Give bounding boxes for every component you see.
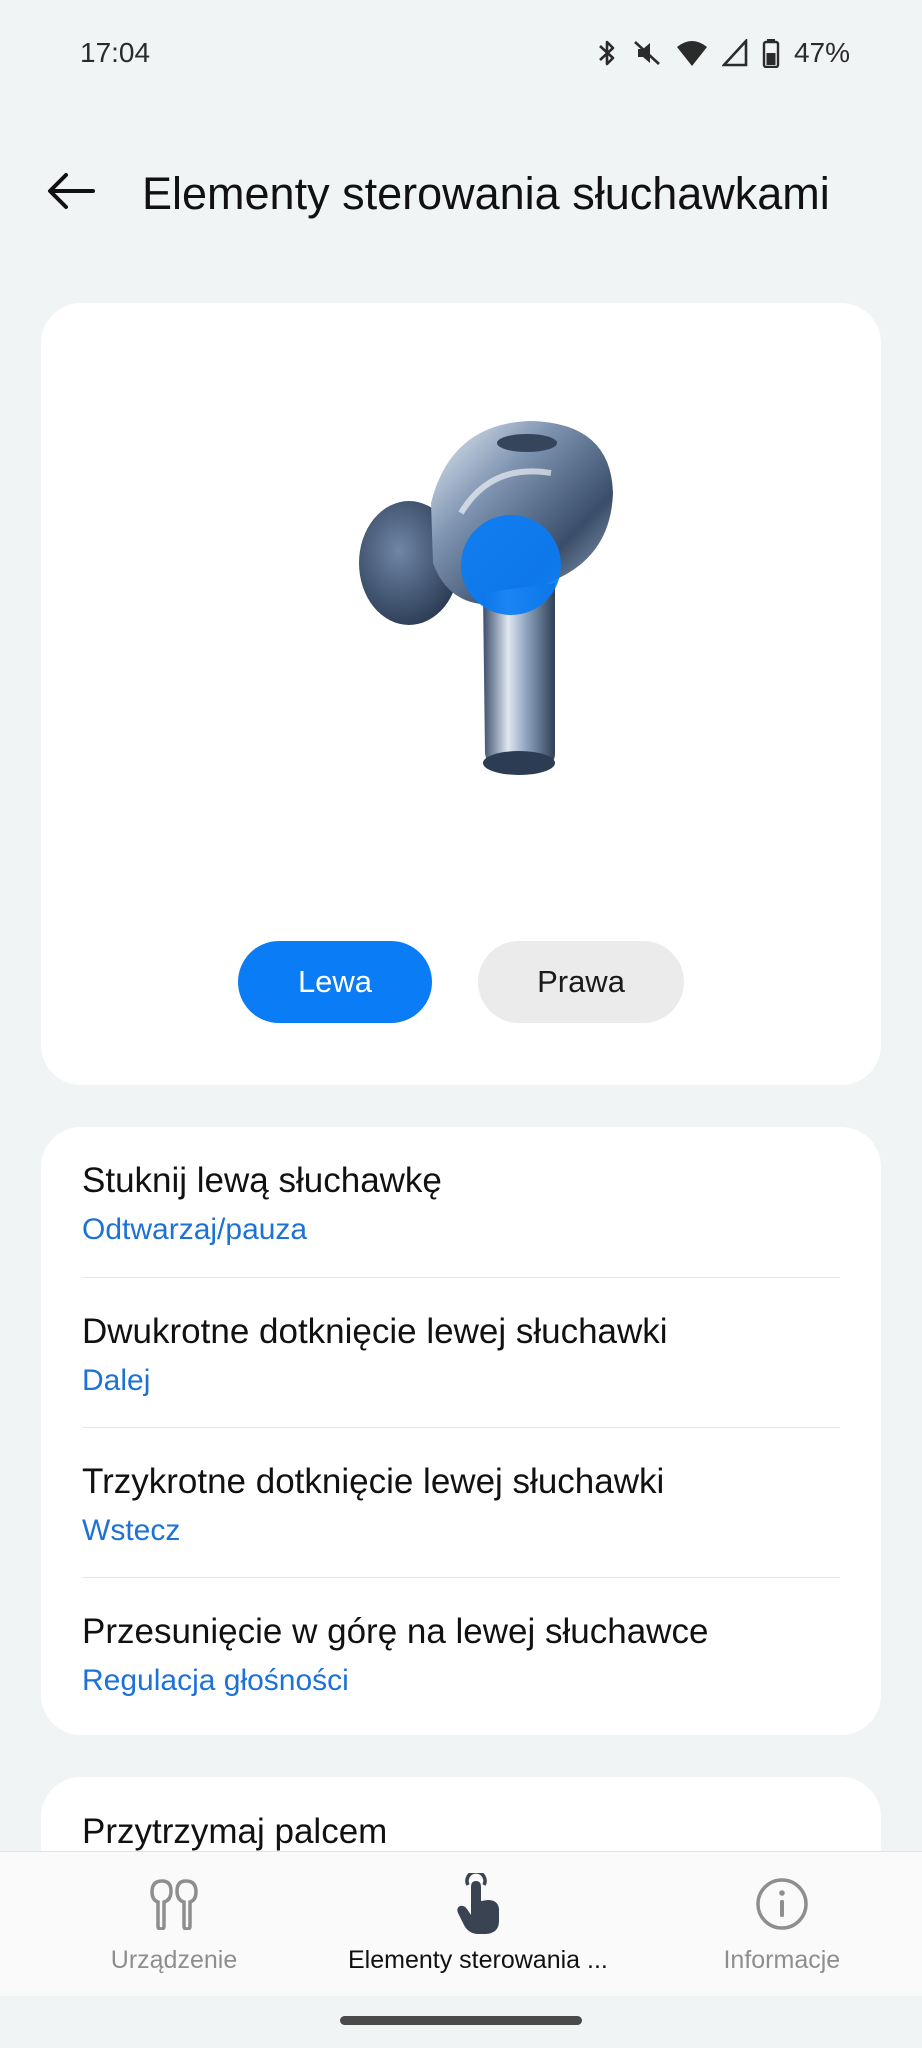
battery-percent: 47% [793, 36, 850, 68]
nav-label: Urządzenie [110, 1946, 238, 1974]
nav-item-controls[interactable]: Elementy sterowania ... [348, 1852, 608, 1996]
mute-icon [632, 38, 662, 68]
list-item-single-tap[interactable]: Stuknij lewą słuchawkę Odtwarzaj/pauza [82, 1127, 840, 1277]
list-item-value: Odtwarzaj/pauza [82, 1213, 308, 1246]
right-earbud-button[interactable]: Prawa [478, 941, 684, 1023]
list-item-title: Przytrzymaj palcem [82, 1812, 388, 1851]
left-earbud-button[interactable]: Lewa [238, 941, 432, 1023]
bluetooth-icon [596, 38, 618, 68]
touch-hand-icon [452, 1873, 504, 1934]
list-item-double-tap[interactable]: Dwukrotne dotknięcie lewej słuchawki Dal… [82, 1277, 840, 1427]
gesture-controls-list: Stuknij lewą słuchawkę Odtwarzaj/pauza D… [41, 1127, 881, 1735]
page-title: Elementy sterowania słuchawkami [142, 168, 830, 219]
earbud-preview-card: Lewa Prawa [41, 303, 881, 1085]
list-item-triple-tap[interactable]: Trzykrotne dotknięcie lewej słuchawki Ws… [82, 1427, 840, 1577]
status-icons: 47% [596, 37, 850, 69]
wifi-icon [676, 39, 708, 67]
home-gesture-bar[interactable] [340, 2016, 582, 2025]
arrow-left-icon [46, 171, 96, 216]
list-item-title: Przesunięcie w górę na lewej słuchawce [82, 1612, 709, 1651]
list-item-title: Trzykrotne dotknięcie lewej słuchawki [82, 1462, 665, 1501]
list-item-value: Regulacja głośności [82, 1664, 349, 1697]
list-item-title: Stuknij lewą słuchawkę [82, 1161, 442, 1200]
nav-label: Elementy sterowania ... [348, 1946, 608, 1974]
earbud-image [341, 403, 621, 783]
app-header: Elementy sterowania słuchawkami [0, 140, 922, 250]
list-item-title: Dwukrotne dotknięcie lewej słuchawki [82, 1312, 668, 1351]
nav-label: Informacje [723, 1946, 841, 1974]
list-item-swipe-up[interactable]: Przesunięcie w górę na lewej słuchawce R… [82, 1577, 840, 1727]
list-item-value: Wstecz [82, 1514, 181, 1547]
bottom-navigation: Urządzenie Elementy sterowania ... Infor… [0, 1851, 922, 1996]
status-time: 17:04 [80, 36, 151, 68]
earbuds-icon [146, 1874, 202, 1934]
status-bar: 17:04 47% [0, 0, 922, 105]
nav-item-device[interactable]: Urządzenie [0, 1852, 348, 1996]
info-icon [755, 1874, 809, 1934]
signal-icon [721, 38, 748, 67]
list-item-value: Dalej [82, 1364, 151, 1397]
back-button[interactable] [40, 162, 102, 224]
battery-icon [762, 38, 780, 68]
nav-item-info[interactable]: Informacje [608, 1852, 922, 1996]
earbud-side-toggle: Lewa Prawa [41, 941, 881, 1023]
